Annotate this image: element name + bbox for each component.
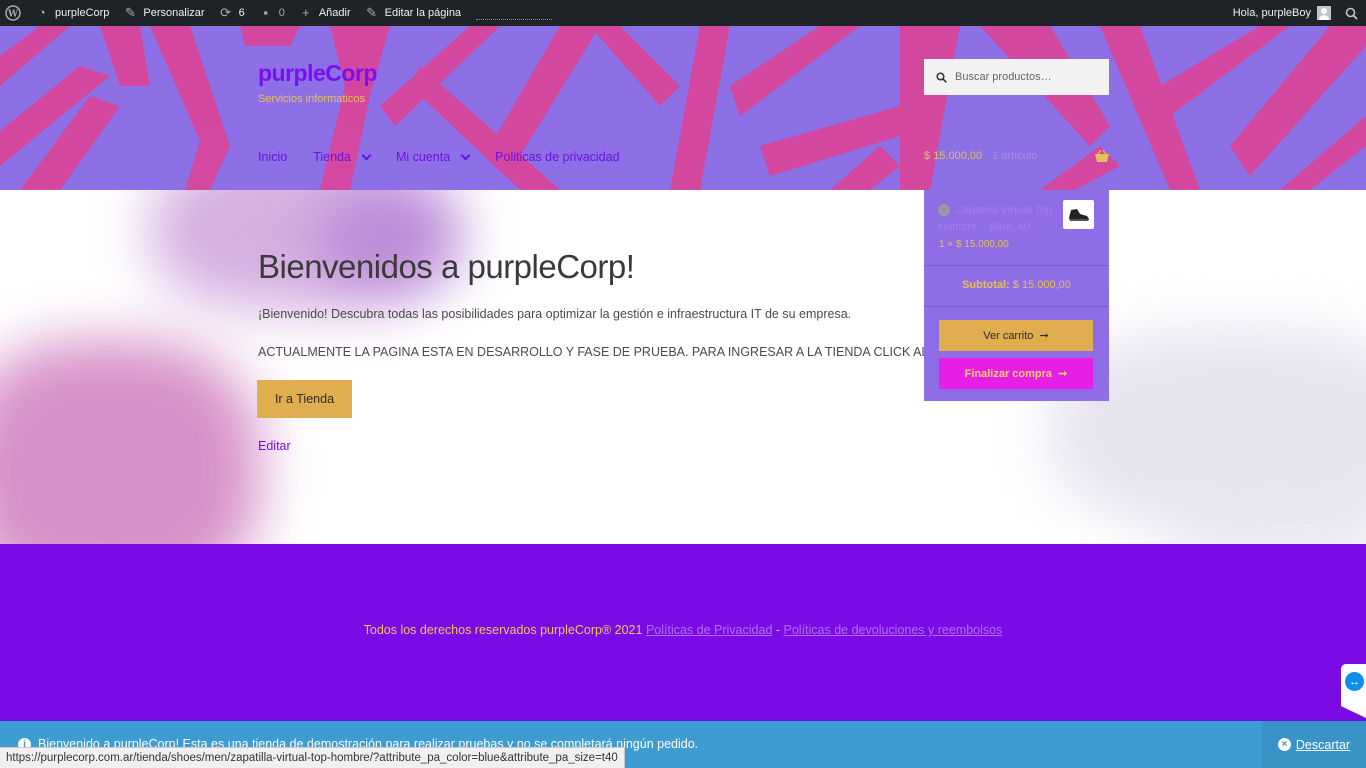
view-cart-label: Ver carrito bbox=[983, 329, 1034, 342]
pencil-icon: ✎ bbox=[366, 5, 378, 20]
copyright-text: Todos los derechos reservados purpleCorp… bbox=[363, 623, 643, 637]
comment-icon: ▪ bbox=[263, 5, 268, 20]
footer-credits: Todos los derechos reservados purpleCorp… bbox=[0, 623, 1366, 637]
privacy-policy-link[interactable]: Políticas de Privacidad bbox=[646, 623, 772, 637]
cart-item-count: 1 artículo bbox=[992, 150, 1038, 162]
nav-item-privacidad[interactable]: Politicas de privacidad bbox=[495, 150, 619, 164]
go-to-store-button[interactable]: Ir a Tienda bbox=[257, 380, 352, 418]
site-description: Servicios informaticos bbox=[258, 93, 365, 105]
dismiss-notice-button[interactable]: × Descartar bbox=[1262, 721, 1366, 768]
header-background-pattern bbox=[0, 26, 1366, 190]
primary-navigation: Inicio Tienda Mi cuenta Politicas de pri… bbox=[258, 150, 646, 164]
dismiss-label: Descartar bbox=[1295, 737, 1351, 752]
header-cart[interactable]: $ 15.000,00 1 artículo bbox=[924, 150, 1109, 162]
updates-icon: ⟳ bbox=[220, 5, 232, 20]
wordpress-icon: W bbox=[5, 5, 21, 21]
development-notice-paragraph: ACTUALMENTE LA PAGINA ESTA EN DESARROLLO… bbox=[258, 345, 980, 359]
site-footer: Todos los derechos reservados purpleCorp… bbox=[0, 544, 1366, 721]
edit-page-link[interactable]: ✎ Editar la página bbox=[358, 0, 468, 26]
background-blur-shape bbox=[0, 340, 260, 544]
nav-item-label: Tienda bbox=[313, 150, 351, 164]
svg-text:W: W bbox=[7, 10, 19, 20]
remove-icon[interactable]: × bbox=[938, 204, 950, 216]
admin-bar: W ◔ purpleCorp ✎ Personalizar ⟳ 6 ▪ 0 + … bbox=[0, 0, 1366, 26]
cart-item-thumbnail[interactable] bbox=[1063, 200, 1094, 229]
comments-link[interactable]: ▪ 0 bbox=[252, 0, 292, 26]
cart-total: $ 15.000,00 bbox=[924, 150, 983, 162]
shoe-icon bbox=[1068, 208, 1089, 221]
nav-item-label: Politicas de privacidad bbox=[495, 150, 620, 164]
updates-count: 6 bbox=[238, 7, 245, 19]
add-new-label: Añadir bbox=[318, 7, 351, 19]
brush-icon: ✎ bbox=[124, 5, 136, 20]
admin-bar-divider bbox=[476, 18, 553, 20]
chevron-down-icon bbox=[460, 150, 471, 160]
arrow-right-icon: ➞ bbox=[1039, 330, 1049, 342]
footer-separator: - bbox=[772, 623, 784, 637]
main-content: Bienvenidos a purpleCorp! ¡Bienvenido! D… bbox=[0, 190, 1366, 544]
nav-item-label: Mi cuenta bbox=[395, 150, 451, 164]
teamviewer-widget[interactable]: ↔ bbox=[1341, 664, 1366, 718]
mini-cart-dropdown: Zapatilla Virtual Top Hombre – Blue, 40 … bbox=[924, 190, 1109, 401]
product-search[interactable] bbox=[924, 59, 1109, 95]
edit-link[interactable]: Editar bbox=[258, 439, 291, 453]
customize-label: Personalizar bbox=[143, 7, 205, 19]
search-icon bbox=[936, 71, 947, 83]
view-cart-button[interactable]: Ver carrito ➞ bbox=[939, 320, 1093, 351]
nav-item-inicio[interactable]: Inicio bbox=[258, 150, 287, 164]
cart-item-quantity: 1 × $ 15.000,00 bbox=[939, 239, 1009, 250]
add-new-link[interactable]: + Añadir bbox=[292, 0, 358, 26]
arrow-right-icon: ➞ bbox=[1058, 368, 1068, 380]
site-header: purpleCorp Servicios informaticos Inicio… bbox=[0, 26, 1366, 190]
cart-item-name[interactable]: Zapatilla Virtual Top Hombre – Blue, 40 bbox=[938, 202, 1058, 236]
site-name-link[interactable]: ◔ purpleCorp bbox=[28, 0, 116, 26]
teamviewer-icon: ↔ bbox=[1345, 672, 1364, 691]
nav-item-mi-cuenta[interactable]: Mi cuenta bbox=[395, 150, 471, 164]
returns-policy-link[interactable]: Políticas de devoluciones y reembolsos bbox=[784, 623, 1003, 637]
checkout-label: Finalizar compra bbox=[964, 367, 1053, 380]
search-icon bbox=[1345, 7, 1358, 20]
updates-link[interactable]: ⟳ 6 bbox=[212, 0, 252, 26]
checkout-button[interactable]: Finalizar compra ➞ bbox=[939, 358, 1093, 389]
greeting-label: Hola, purpleBoy bbox=[1232, 7, 1311, 19]
subtotal-value: $ 15.000,00 bbox=[1012, 279, 1071, 291]
dashboard-icon: ◔ bbox=[38, 5, 46, 20]
edit-page-label: Editar la página bbox=[384, 7, 462, 19]
account-menu[interactable]: Hola, purpleBoy bbox=[1226, 0, 1338, 26]
nav-item-tienda[interactable]: Tienda bbox=[313, 150, 372, 164]
background-blur-shape bbox=[1170, 450, 1366, 544]
divider bbox=[924, 306, 1109, 307]
wordpress-logo-button[interactable]: W bbox=[0, 0, 28, 26]
divider bbox=[924, 265, 1109, 266]
avatar-icon bbox=[1317, 6, 1331, 20]
basket-icon bbox=[1095, 150, 1109, 162]
chevron-down-icon bbox=[361, 150, 372, 160]
welcome-paragraph: ¡Bienvenido! Descubra todas las posibili… bbox=[258, 307, 852, 321]
close-icon: × bbox=[1277, 738, 1291, 751]
admin-search-button[interactable] bbox=[1338, 0, 1366, 26]
site-title[interactable]: purpleCorp bbox=[258, 60, 377, 87]
cart-subtotal: Subtotal: $ 15.000,00 bbox=[924, 279, 1109, 291]
customize-link[interactable]: ✎ Personalizar bbox=[116, 0, 211, 26]
plus-icon: + bbox=[302, 5, 310, 20]
comments-count: 0 bbox=[278, 7, 285, 19]
search-input[interactable] bbox=[955, 71, 1095, 83]
site-name-label: purpleCorp bbox=[55, 7, 110, 19]
page-title: Bienvenidos a purpleCorp! bbox=[258, 248, 635, 285]
nav-item-label: Inicio bbox=[258, 150, 288, 164]
browser-status-url: https://purplecorp.com.ar/tienda/shoes/m… bbox=[0, 747, 625, 768]
subtotal-label: Subtotal: bbox=[962, 279, 1010, 291]
